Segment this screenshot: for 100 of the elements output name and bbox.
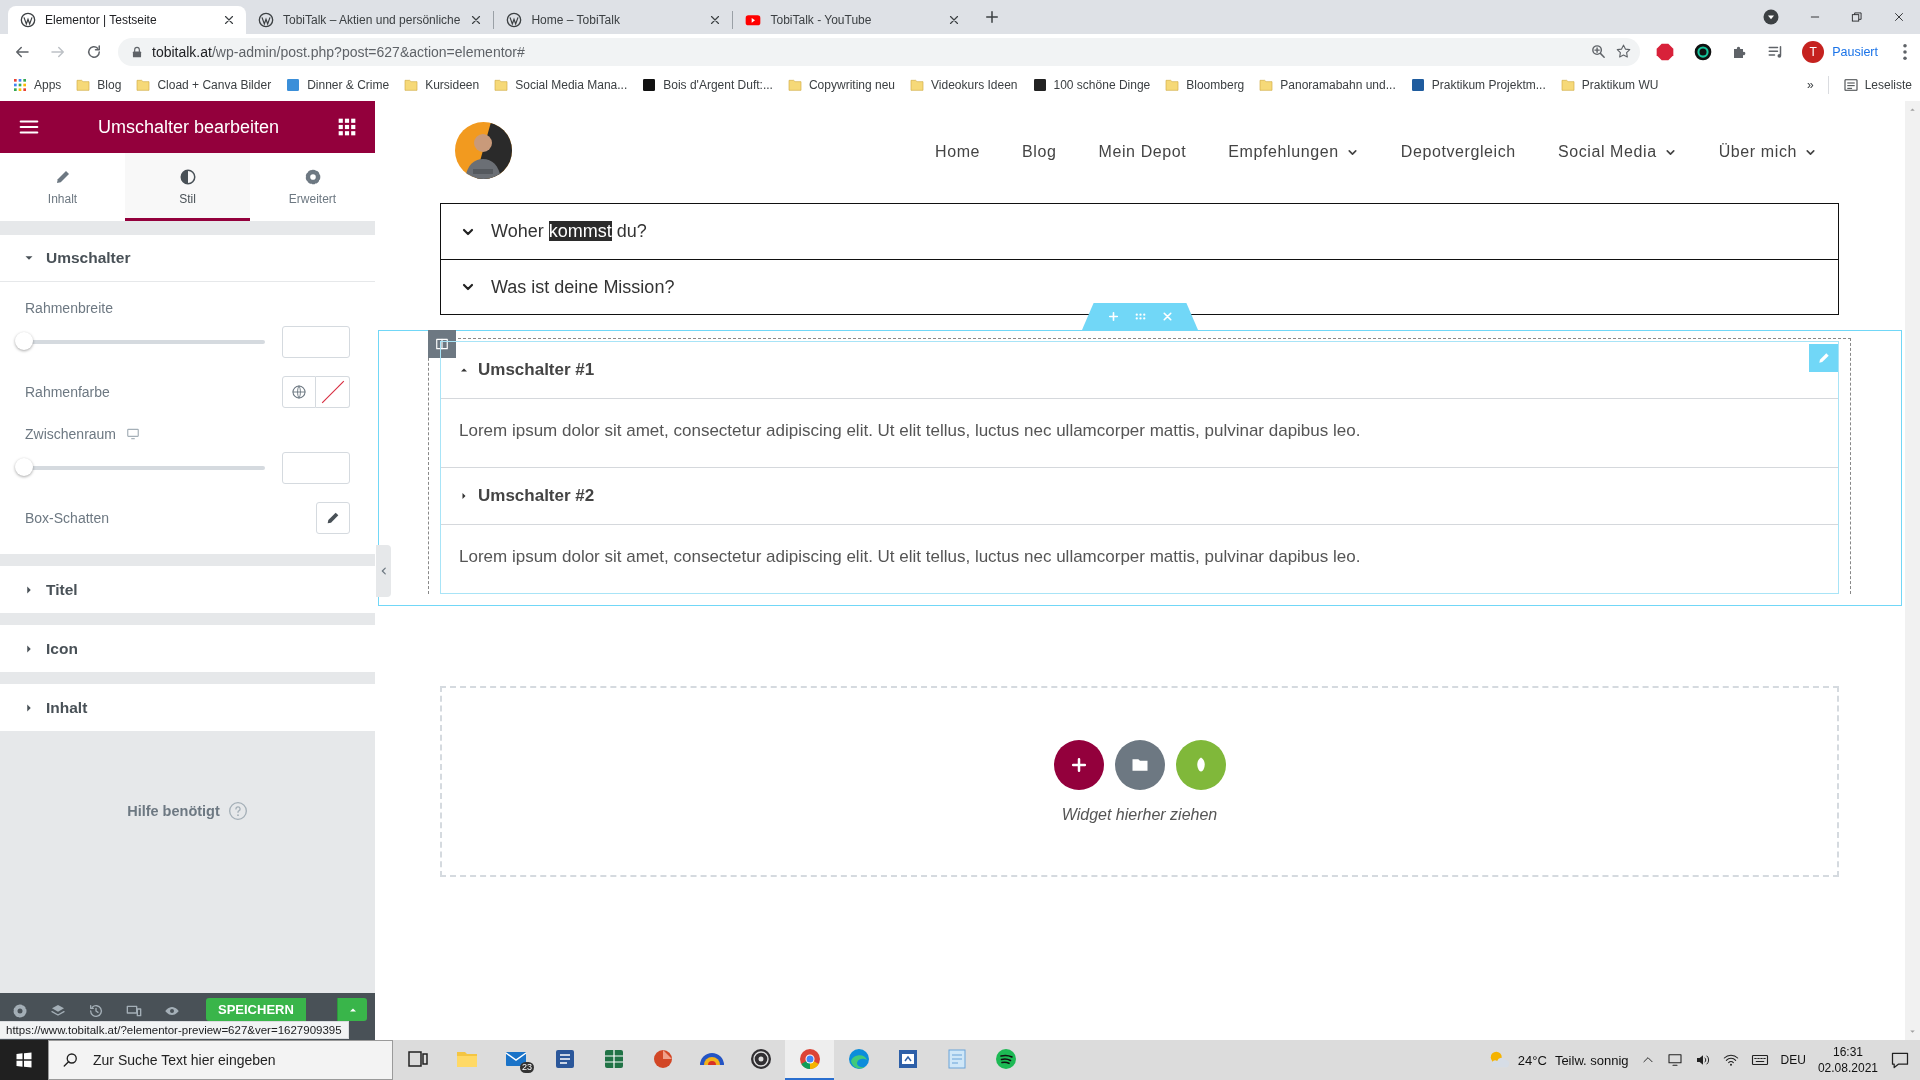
apps-icon [12, 77, 28, 93]
folder-icon [1258, 77, 1275, 93]
settings-button[interactable] [12, 1003, 28, 1019]
contrast-icon [178, 167, 197, 186]
bookmark[interactable]: Praktikum Projektm... [1409, 77, 1546, 93]
slider-thumb[interactable] [15, 332, 33, 350]
control-label: Rahmenbreite [25, 300, 113, 316]
site-logo-icon [506, 12, 523, 28]
close-icon[interactable] [222, 13, 236, 27]
caret-down-icon [1908, 1027, 1917, 1036]
color-swatch[interactable] [316, 376, 350, 408]
browser-icon [797, 1047, 822, 1071]
nav-link[interactable]: Empfehlungen [1228, 143, 1359, 161]
more-bookmarks-button[interactable]: » [1806, 78, 1814, 92]
history-button[interactable] [88, 1003, 104, 1019]
number-field[interactable] [282, 452, 350, 484]
control-label: Box-Schatten [25, 510, 110, 526]
nav-link[interactable]: Über mich [1718, 143, 1817, 161]
bookmark[interactable]: Bois d'Argent Duft:... [641, 77, 773, 93]
taskbar-app[interactable]: 23 [491, 1040, 540, 1080]
list-icon [1842, 77, 1859, 93]
folder-icon [403, 77, 420, 93]
sound-waves-icon [993, 1047, 1018, 1071]
weather-widget[interactable]: 24°C Teilw. sonnig [1487, 1049, 1629, 1071]
site-logo-icon [258, 12, 274, 28]
bookmark[interactable]: Panoramabahn und... [1258, 77, 1396, 93]
monitor-icon[interactable] [1666, 1052, 1683, 1068]
bookmark[interactable]: Apps [12, 77, 62, 93]
plus-icon [1106, 310, 1120, 323]
edit-button[interactable] [316, 502, 350, 534]
bookmark[interactable]: Videokurs Ideen [909, 77, 1018, 93]
lock-icon [130, 44, 144, 59]
zoom-icon[interactable] [1590, 43, 1608, 60]
folder-icon [909, 77, 925, 93]
bookmark[interactable]: Kursideen [403, 77, 480, 93]
stop-sign-icon [1655, 41, 1676, 62]
notification-icon[interactable] [1890, 1050, 1910, 1070]
start-button[interactable] [0, 1040, 48, 1080]
caret-up-icon [1908, 105, 1917, 114]
search-field[interactable]: Zur Suche Text hier eingeben [48, 1040, 393, 1080]
address-bar[interactable]: tobitalk.at/wp-admin/post.php?post=627&action=elementor# [118, 37, 1641, 66]
pencil-icon [1816, 351, 1831, 365]
record-icon [748, 1047, 773, 1071]
pencil-icon [325, 510, 341, 526]
star-icon[interactable] [1615, 43, 1633, 60]
global-colors-button[interactable] [282, 376, 316, 408]
nav-link[interactable]: Blog [1022, 143, 1057, 161]
play-icon [745, 12, 762, 28]
apps-icon[interactable] [337, 117, 357, 137]
arc-icon [699, 1053, 724, 1065]
bookmark[interactable]: Social Media Mana... [493, 77, 628, 93]
bookmark[interactable]: Copywriting neu [786, 77, 895, 93]
nav-link[interactable]: Social Media [1557, 143, 1677, 161]
no-color-icon [319, 379, 346, 405]
control-label: Zwischenraum [25, 426, 117, 442]
browser-tab[interactable]: Elementor | Testseite [8, 6, 246, 34]
wifi-icon[interactable] [1722, 1052, 1739, 1068]
search-icon [62, 1051, 80, 1069]
clock[interactable]: 16:31 02.08.2021 [1817, 1044, 1878, 1076]
browser-tab[interactable]: TobiTalk – Aktien und persönliche [246, 6, 494, 34]
gear-icon [303, 167, 322, 186]
number-field[interactable] [282, 326, 350, 358]
columns-icon [435, 337, 449, 351]
restore-icon[interactable] [1850, 10, 1864, 24]
help-link[interactable]: Hilfe benötigt [127, 801, 248, 821]
folder-icon [493, 77, 510, 93]
browser-tab[interactable]: Home – TobiTalk [494, 6, 733, 34]
help-icon [227, 801, 248, 821]
site-logo-icon [20, 12, 36, 28]
gear-icon [12, 1003, 28, 1019]
bookmark[interactable]: Cload + Canva Bilder [135, 77, 272, 93]
responsive-button[interactable] [126, 1003, 142, 1019]
toggle-content: Lorem ipsum dolor sit amet, consectetur adipiscing elit. Ut elit tellus, luctus nec ullamcorper mattis, pulvinar dapibus leo. [441, 398, 1838, 467]
globe-icon [291, 384, 307, 400]
toggle-content: Lorem ipsum dolor sit amet, consectetur adipiscing elit. Ut elit tellus, luctus nec ullamcorper mattis, pulvinar dapibus leo. [441, 524, 1838, 593]
more-icon [1903, 43, 1907, 60]
bookmark[interactable]: Dinner & Crime [285, 77, 390, 93]
bookmark[interactable]: Praktikum WU [1559, 77, 1659, 93]
language-indicator[interactable]: DEU [1780, 1053, 1806, 1067]
close-icon[interactable] [1892, 10, 1906, 24]
bookmark[interactable]: Bloomberg [1164, 77, 1245, 93]
devices-icon [126, 1003, 142, 1019]
panel-tab[interactable]: Stil [125, 153, 250, 221]
nav-link[interactable]: Depotvergleich [1400, 143, 1516, 161]
dropdown-icon[interactable] [1762, 8, 1780, 26]
toggle-title[interactable]: Umschalter #2 [441, 468, 599, 524]
scrollbar[interactable] [1905, 101, 1920, 1040]
bookmark[interactable]: 100 schöne Dinge [1031, 77, 1151, 93]
taskbar-app[interactable] [785, 1040, 834, 1080]
reading-list-button[interactable]: Leseliste [1842, 77, 1912, 93]
drop-zone-label: Widget hierher ziehen [1061, 805, 1218, 824]
bookmark[interactable]: Blog [75, 77, 122, 93]
slider-thumb[interactable] [15, 458, 33, 476]
toggle-title[interactable]: Umschalter #1 [441, 342, 599, 398]
panel-title: Umschalter bearbeiten [97, 116, 280, 138]
status-url-tooltip: https://www.tobitalk.at/?elementor-preview=627&ver=1627909395 [0, 1021, 349, 1039]
nav-link[interactable]: Home [935, 143, 981, 161]
browser-tab[interactable]: TobiTalk - YouTube [733, 6, 972, 34]
nav-link[interactable]: Mein Depot [1098, 143, 1187, 161]
column-handle[interactable] [428, 330, 456, 358]
